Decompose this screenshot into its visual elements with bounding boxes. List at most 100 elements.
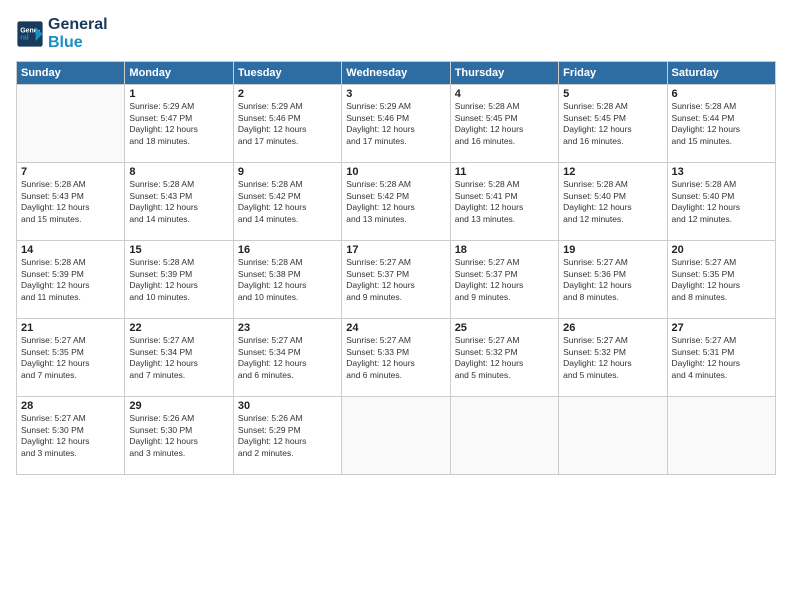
calendar-cell: 30Sunrise: 5:26 AM Sunset: 5:29 PM Dayli…	[233, 397, 341, 475]
calendar-cell: 18Sunrise: 5:27 AM Sunset: 5:37 PM Dayli…	[450, 241, 558, 319]
calendar-cell: 6Sunrise: 5:28 AM Sunset: 5:44 PM Daylig…	[667, 85, 775, 163]
day-info: Sunrise: 5:27 AM Sunset: 5:35 PM Dayligh…	[672, 257, 771, 303]
day-number: 7	[21, 166, 120, 178]
day-number: 16	[238, 244, 337, 256]
calendar-cell	[450, 397, 558, 475]
day-info: Sunrise: 5:26 AM Sunset: 5:29 PM Dayligh…	[238, 413, 337, 459]
calendar-cell: 11Sunrise: 5:28 AM Sunset: 5:41 PM Dayli…	[450, 163, 558, 241]
calendar-cell	[667, 397, 775, 475]
day-number: 1	[129, 88, 228, 100]
day-number: 30	[238, 400, 337, 412]
calendar-cell: 1Sunrise: 5:29 AM Sunset: 5:47 PM Daylig…	[125, 85, 233, 163]
calendar-table: SundayMondayTuesdayWednesdayThursdayFrid…	[16, 61, 776, 475]
calendar-cell: 28Sunrise: 5:27 AM Sunset: 5:30 PM Dayli…	[17, 397, 125, 475]
day-info: Sunrise: 5:28 AM Sunset: 5:43 PM Dayligh…	[21, 179, 120, 225]
day-number: 14	[21, 244, 120, 256]
logo-text-line1: General	[48, 16, 108, 34]
calendar-cell: 9Sunrise: 5:28 AM Sunset: 5:42 PM Daylig…	[233, 163, 341, 241]
day-number: 23	[238, 322, 337, 334]
day-info: Sunrise: 5:29 AM Sunset: 5:46 PM Dayligh…	[346, 101, 445, 147]
calendar-cell: 29Sunrise: 5:26 AM Sunset: 5:30 PM Dayli…	[125, 397, 233, 475]
calendar-cell: 25Sunrise: 5:27 AM Sunset: 5:32 PM Dayli…	[450, 319, 558, 397]
day-number: 12	[563, 166, 662, 178]
day-number: 11	[455, 166, 554, 178]
day-info: Sunrise: 5:28 AM Sunset: 5:40 PM Dayligh…	[672, 179, 771, 225]
day-number: 13	[672, 166, 771, 178]
weekday-header-saturday: Saturday	[667, 62, 775, 85]
calendar-cell: 8Sunrise: 5:28 AM Sunset: 5:43 PM Daylig…	[125, 163, 233, 241]
day-info: Sunrise: 5:29 AM Sunset: 5:46 PM Dayligh…	[238, 101, 337, 147]
calendar-cell: 16Sunrise: 5:28 AM Sunset: 5:38 PM Dayli…	[233, 241, 341, 319]
day-number: 19	[563, 244, 662, 256]
day-info: Sunrise: 5:28 AM Sunset: 5:42 PM Dayligh…	[238, 179, 337, 225]
day-info: Sunrise: 5:28 AM Sunset: 5:38 PM Dayligh…	[238, 257, 337, 303]
day-number: 28	[21, 400, 120, 412]
calendar-cell: 23Sunrise: 5:27 AM Sunset: 5:34 PM Dayli…	[233, 319, 341, 397]
calendar-cell	[559, 397, 667, 475]
day-info: Sunrise: 5:27 AM Sunset: 5:35 PM Dayligh…	[21, 335, 120, 381]
day-info: Sunrise: 5:28 AM Sunset: 5:39 PM Dayligh…	[21, 257, 120, 303]
calendar-cell: 14Sunrise: 5:28 AM Sunset: 5:39 PM Dayli…	[17, 241, 125, 319]
calendar-cell: 2Sunrise: 5:29 AM Sunset: 5:46 PM Daylig…	[233, 85, 341, 163]
day-info: Sunrise: 5:27 AM Sunset: 5:37 PM Dayligh…	[455, 257, 554, 303]
day-info: Sunrise: 5:28 AM Sunset: 5:44 PM Dayligh…	[672, 101, 771, 147]
day-info: Sunrise: 5:27 AM Sunset: 5:32 PM Dayligh…	[455, 335, 554, 381]
day-number: 15	[129, 244, 228, 256]
day-number: 6	[672, 88, 771, 100]
day-info: Sunrise: 5:27 AM Sunset: 5:32 PM Dayligh…	[563, 335, 662, 381]
day-number: 9	[238, 166, 337, 178]
svg-text:ral: ral	[20, 34, 29, 41]
day-number: 26	[563, 322, 662, 334]
day-info: Sunrise: 5:28 AM Sunset: 5:45 PM Dayligh…	[455, 101, 554, 147]
day-info: Sunrise: 5:27 AM Sunset: 5:36 PM Dayligh…	[563, 257, 662, 303]
day-number: 17	[346, 244, 445, 256]
calendar-cell: 13Sunrise: 5:28 AM Sunset: 5:40 PM Dayli…	[667, 163, 775, 241]
weekday-header-thursday: Thursday	[450, 62, 558, 85]
day-info: Sunrise: 5:28 AM Sunset: 5:41 PM Dayligh…	[455, 179, 554, 225]
day-info: Sunrise: 5:28 AM Sunset: 5:45 PM Dayligh…	[563, 101, 662, 147]
day-number: 2	[238, 88, 337, 100]
logo: Gene- ral General Blue	[16, 16, 108, 51]
weekday-header-tuesday: Tuesday	[233, 62, 341, 85]
day-info: Sunrise: 5:27 AM Sunset: 5:34 PM Dayligh…	[238, 335, 337, 381]
day-number: 8	[129, 166, 228, 178]
day-number: 3	[346, 88, 445, 100]
calendar-cell: 22Sunrise: 5:27 AM Sunset: 5:34 PM Dayli…	[125, 319, 233, 397]
calendar-cell: 12Sunrise: 5:28 AM Sunset: 5:40 PM Dayli…	[559, 163, 667, 241]
day-info: Sunrise: 5:27 AM Sunset: 5:31 PM Dayligh…	[672, 335, 771, 381]
day-number: 10	[346, 166, 445, 178]
calendar-cell: 15Sunrise: 5:28 AM Sunset: 5:39 PM Dayli…	[125, 241, 233, 319]
day-number: 22	[129, 322, 228, 334]
day-info: Sunrise: 5:28 AM Sunset: 5:40 PM Dayligh…	[563, 179, 662, 225]
calendar-cell	[342, 397, 450, 475]
day-number: 5	[563, 88, 662, 100]
weekday-header-friday: Friday	[559, 62, 667, 85]
calendar-cell: 17Sunrise: 5:27 AM Sunset: 5:37 PM Dayli…	[342, 241, 450, 319]
day-number: 21	[21, 322, 120, 334]
calendar-cell: 24Sunrise: 5:27 AM Sunset: 5:33 PM Dayli…	[342, 319, 450, 397]
weekday-header-monday: Monday	[125, 62, 233, 85]
calendar-cell: 26Sunrise: 5:27 AM Sunset: 5:32 PM Dayli…	[559, 319, 667, 397]
day-number: 29	[129, 400, 228, 412]
day-info: Sunrise: 5:29 AM Sunset: 5:47 PM Dayligh…	[129, 101, 228, 147]
logo-text-line2: Blue	[48, 34, 108, 52]
calendar-cell: 19Sunrise: 5:27 AM Sunset: 5:36 PM Dayli…	[559, 241, 667, 319]
day-info: Sunrise: 5:27 AM Sunset: 5:30 PM Dayligh…	[21, 413, 120, 459]
calendar-cell: 20Sunrise: 5:27 AM Sunset: 5:35 PM Dayli…	[667, 241, 775, 319]
day-number: 27	[672, 322, 771, 334]
weekday-header-wednesday: Wednesday	[342, 62, 450, 85]
calendar-cell: 5Sunrise: 5:28 AM Sunset: 5:45 PM Daylig…	[559, 85, 667, 163]
day-info: Sunrise: 5:27 AM Sunset: 5:37 PM Dayligh…	[346, 257, 445, 303]
day-info: Sunrise: 5:28 AM Sunset: 5:42 PM Dayligh…	[346, 179, 445, 225]
day-number: 4	[455, 88, 554, 100]
day-number: 18	[455, 244, 554, 256]
calendar-cell: 4Sunrise: 5:28 AM Sunset: 5:45 PM Daylig…	[450, 85, 558, 163]
weekday-header-sunday: Sunday	[17, 62, 125, 85]
calendar-cell: 7Sunrise: 5:28 AM Sunset: 5:43 PM Daylig…	[17, 163, 125, 241]
day-info: Sunrise: 5:27 AM Sunset: 5:34 PM Dayligh…	[129, 335, 228, 381]
day-info: Sunrise: 5:27 AM Sunset: 5:33 PM Dayligh…	[346, 335, 445, 381]
day-info: Sunrise: 5:26 AM Sunset: 5:30 PM Dayligh…	[129, 413, 228, 459]
calendar-cell: 3Sunrise: 5:29 AM Sunset: 5:46 PM Daylig…	[342, 85, 450, 163]
day-number: 25	[455, 322, 554, 334]
day-info: Sunrise: 5:28 AM Sunset: 5:43 PM Dayligh…	[129, 179, 228, 225]
